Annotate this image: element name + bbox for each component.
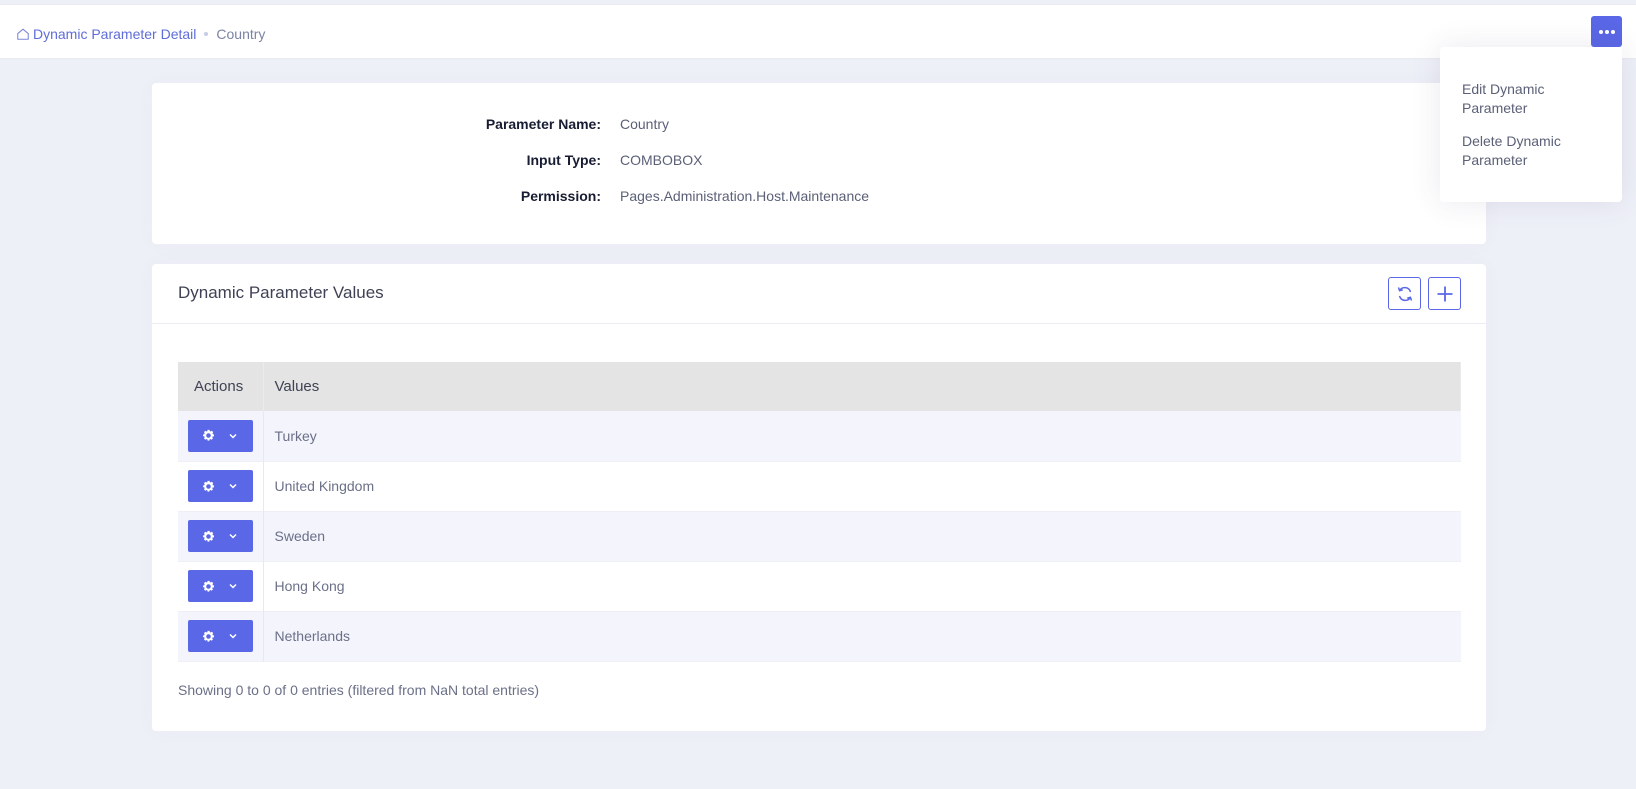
chevron-down-icon [229, 533, 237, 539]
more-icon-dot [1604, 29, 1609, 34]
table-row: Sweden [178, 511, 1461, 561]
row-actions-button[interactable] [188, 620, 253, 652]
gear-icon [203, 530, 215, 542]
table-row: Turkey [178, 411, 1461, 461]
permission-row: Permission: Pages.Administration.Host.Ma… [152, 188, 1486, 208]
parameter-name-label: Parameter Name: [485, 116, 601, 132]
breadcrumb-separator [204, 32, 209, 36]
actions-cell [178, 411, 264, 461]
parameter-name-row: Parameter Name: Country [152, 116, 1486, 136]
value-cell: Netherlands [274, 628, 351, 644]
input-type-label: Input Type: [526, 152, 601, 168]
chevron-down-icon [229, 633, 237, 639]
table-header-row: Actions Values [178, 362, 1461, 411]
row-actions-button[interactable] [188, 570, 253, 602]
plus-icon [1437, 286, 1452, 301]
breadcrumb-current: Country [216, 26, 266, 42]
value-cell: Sweden [274, 528, 326, 544]
table-row: United Kingdom [178, 461, 1461, 511]
menu-item-delete-dynamic-parameter[interactable]: Delete Dynamic Parameter [1462, 132, 1592, 170]
refresh-icon [1397, 286, 1412, 301]
actions-dropdown-menu: Edit Dynamic Parameter Delete Dynamic Pa… [1440, 47, 1622, 202]
actions-cell [178, 611, 264, 661]
input-type-row: Input Type: COMBOBOX [152, 152, 1486, 172]
permission-value: Pages.Administration.Host.Maintenance [620, 188, 870, 204]
row-actions-button[interactable] [188, 520, 253, 552]
more-icon-dot [1610, 29, 1615, 34]
menu-item-edit-dynamic-parameter[interactable]: Edit Dynamic Parameter [1462, 80, 1592, 118]
row-actions-button[interactable] [188, 419, 253, 452]
column-header-actions[interactable]: Actions [178, 362, 264, 411]
home-icon[interactable] [16, 27, 30, 41]
parameter-values-card: Dynamic Parameter Values Actions Values [152, 264, 1486, 731]
table-info-text: Showing 0 to 0 of 0 entries (filtered fr… [178, 682, 540, 698]
gear-icon [203, 630, 215, 642]
parameter-name-value: Country [620, 116, 670, 132]
values-table: Actions Values Turkey United Kingdom Swe… [178, 362, 1461, 662]
values-card-header: Dynamic Parameter Values [152, 264, 1486, 324]
parameter-details-card: Parameter Name: Country Input Type: COMB… [152, 83, 1486, 244]
table-row: Netherlands [178, 611, 1461, 661]
actions-cell [178, 561, 264, 611]
table-row: Hong Kong [178, 561, 1461, 611]
values-title: Dynamic Parameter Values [178, 283, 384, 302]
column-header-values[interactable]: Values [263, 362, 1461, 411]
more-actions-button[interactable] [1591, 16, 1622, 47]
input-type-value: COMBOBOX [620, 152, 703, 168]
value-cell: Hong Kong [274, 578, 345, 594]
breadcrumb-parent-link[interactable]: Dynamic Parameter Detail [33, 26, 196, 42]
chevron-down-icon [229, 483, 237, 489]
more-icon [1598, 29, 1603, 34]
actions-cell [178, 511, 264, 561]
refresh-button[interactable] [1388, 277, 1421, 310]
gear-icon [203, 580, 215, 592]
chevron-down-icon [229, 583, 237, 589]
actions-cell [178, 461, 264, 511]
value-cell: Turkey [274, 427, 317, 444]
gear-icon [203, 430, 215, 441]
gear-icon [203, 480, 215, 492]
top-bar: Dynamic Parameter Detail Country [0, 4, 1636, 58]
row-actions-button[interactable] [188, 470, 253, 502]
add-value-button[interactable] [1428, 277, 1461, 310]
permission-label: Permission: [520, 188, 601, 204]
chevron-down-icon [229, 433, 237, 439]
breadcrumb: Dynamic Parameter Detail Country [16, 24, 265, 44]
value-cell: United Kingdom [274, 478, 375, 494]
